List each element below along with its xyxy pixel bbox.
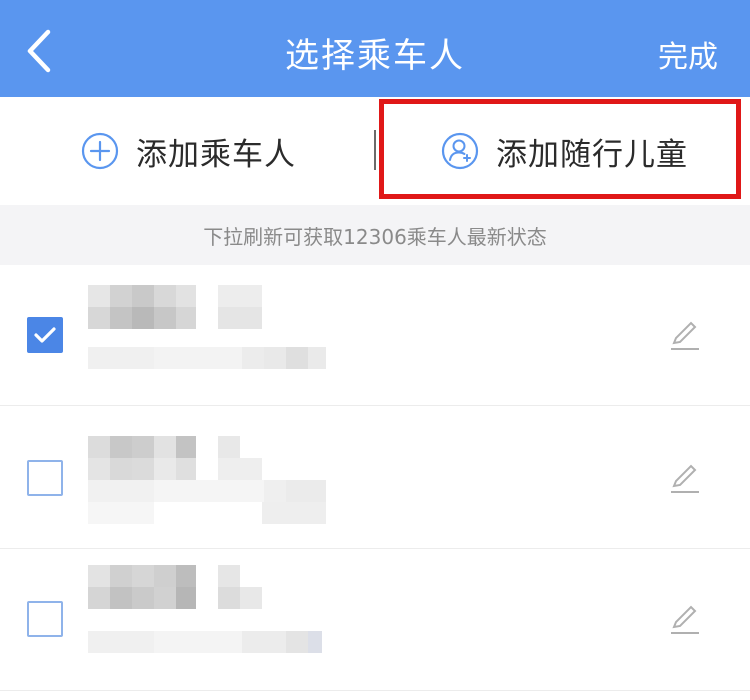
passenger-checkbox[interactable] (27, 317, 63, 353)
edit-pencil-icon[interactable] (668, 461, 702, 495)
refresh-hint: 下拉刷新可获取12306乘车人最新状态 (0, 205, 750, 265)
done-button[interactable]: 完成 (658, 32, 718, 76)
highlight-box (379, 99, 741, 199)
page-title: 选择乘车人 (285, 36, 465, 76)
checkmark-icon (34, 327, 56, 343)
plus-circle-icon (81, 132, 119, 170)
passenger-row[interactable] (0, 265, 750, 405)
passenger-row[interactable] (0, 406, 750, 546)
title-bar: 选择乘车人 完成 (0, 0, 750, 97)
add-passenger-button[interactable]: 添加乘车人 (80, 97, 296, 205)
passenger-checkbox[interactable] (27, 460, 63, 496)
add-passenger-label: 添加乘车人 (136, 136, 296, 173)
action-divider (374, 130, 376, 170)
edit-pencil-icon[interactable] (668, 602, 702, 636)
passenger-row[interactable] (0, 549, 750, 689)
row-divider (0, 690, 750, 691)
passenger-checkbox[interactable] (27, 601, 63, 637)
edit-pencil-icon[interactable] (668, 318, 702, 352)
